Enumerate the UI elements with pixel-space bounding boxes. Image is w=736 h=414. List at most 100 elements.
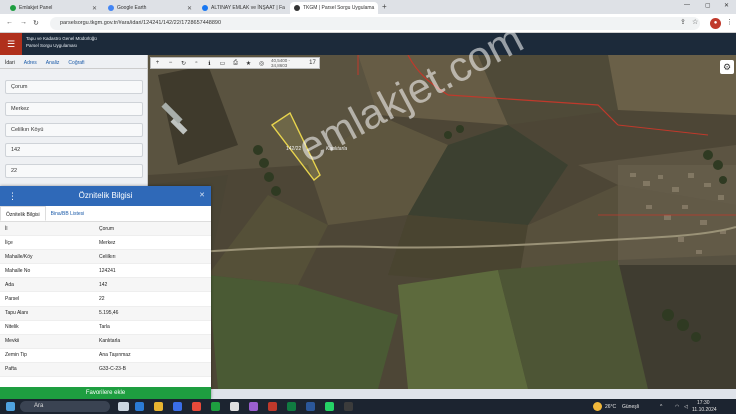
- tab-cografi[interactable]: Coğrafi: [68, 60, 84, 68]
- share-icon[interactable]: ⇪: [680, 18, 686, 26]
- hamburger-menu-icon[interactable]: ☰: [0, 33, 22, 55]
- app-header: ☰ Tapu ve Kadastro Genel Müdürlüğü Parse…: [0, 33, 736, 55]
- address-bar-row: ← → ↻ parselsorgu.tkgm.gov.tr/#ara/idari…: [0, 14, 736, 33]
- spreadsheet-icon[interactable]: [287, 402, 296, 411]
- windows-taskbar: Ara 26°C Güneşli ^ ◠ ◁ 17:30 11.10.2024: [0, 399, 736, 414]
- chrome-icon[interactable]: [230, 402, 239, 411]
- tab-label: TKGM | Parsel Sorgu Uygulama: [303, 5, 375, 11]
- favorite-star-icon[interactable]: ★: [242, 60, 255, 67]
- tab-adres[interactable]: Adres: [24, 60, 37, 68]
- close-icon[interactable]: ✕: [199, 186, 205, 206]
- widgets-icon[interactable]: [118, 402, 129, 411]
- ilce-select[interactable]: Merkez: [5, 102, 143, 116]
- close-tab-icon[interactable]: ✕: [187, 5, 192, 12]
- zoom-in-icon[interactable]: +: [151, 60, 164, 66]
- tab-analiz[interactable]: Analiz: [46, 60, 60, 68]
- browser-tab-bar: Emlakjet Panel ✕ Google Earth ✕ ALTINAY …: [0, 0, 736, 14]
- brand-title: Tapu ve Kadastro Genel Müdürlüğü: [26, 36, 97, 41]
- table-row: Pafta G33-C-23-B: [0, 362, 211, 378]
- refresh-map-icon[interactable]: ↻: [177, 60, 190, 67]
- table-row: Mevkii Kanlıtarla: [0, 334, 211, 349]
- profile-avatar[interactable]: ●: [710, 18, 721, 29]
- tab-label: Emlakjet Panel: [19, 5, 53, 11]
- maximize-icon[interactable]: ▢: [705, 2, 711, 9]
- zoom-out-icon[interactable]: −: [164, 60, 177, 66]
- close-tab-icon[interactable]: ✕: [377, 5, 378, 12]
- taskbar-search[interactable]: Ara: [20, 401, 110, 412]
- popup-header: ⋮ Öznitelik Bilgisi ✕: [0, 186, 211, 206]
- tab-label: ALTINAY EMLAK ve İNŞAAT | Fa: [211, 5, 285, 11]
- tab-oznitelik[interactable]: Öznitelik Bilgisi: [0, 206, 46, 221]
- table-row: Ada 142: [0, 278, 211, 293]
- tab-tkgm[interactable]: TKGM | Parsel Sorgu Uygulama ✕: [290, 2, 378, 14]
- media-icon[interactable]: [268, 402, 277, 411]
- attribute-table: İl Çorum İlçe Merkez Mahalle/Köy Celilkırı …: [0, 222, 211, 378]
- forward-arrow-icon[interactable]: →: [20, 19, 27, 26]
- minimize-icon[interactable]: —: [684, 2, 690, 8]
- popup-menu-icon[interactable]: ⋮: [8, 186, 17, 206]
- search-tabs: İdari Adres Analiz Coğrafi: [0, 55, 147, 69]
- reload-icon[interactable]: ↻: [33, 19, 39, 27]
- map-pin-favicon-icon: [294, 5, 300, 11]
- ada-input[interactable]: 142: [5, 143, 143, 157]
- tab-emlakjet[interactable]: Emlakjet Panel ✕: [6, 2, 101, 14]
- crosshair-icon[interactable]: ◎: [255, 60, 268, 67]
- close-tab-icon[interactable]: ✕: [92, 5, 97, 12]
- satellite-map[interactable]: 142/22 Kanlıtarla: [148, 55, 736, 389]
- back-arrow-icon[interactable]: ←: [6, 19, 13, 26]
- bookmark-star-icon[interactable]: ☆: [692, 18, 698, 26]
- volume-icon[interactable]: ◁: [684, 404, 688, 410]
- mahalle-select[interactable]: Celilkırı Köyü: [5, 123, 143, 137]
- file-explorer-icon[interactable]: [154, 402, 163, 411]
- add-to-favorites-button[interactable]: Favorilere ekle: [0, 387, 211, 399]
- url-input[interactable]: parselsorgu.tkgm.gov.tr/#ara/idari/12424…: [50, 17, 700, 30]
- table-row: İlçe Merkez: [0, 236, 211, 251]
- tab-altinay-emlak[interactable]: ALTINAY EMLAK ve İNŞAAT | Fa ✕: [198, 2, 288, 14]
- il-select[interactable]: Çorum: [5, 80, 143, 94]
- weather-temperature: 26°C: [605, 404, 617, 410]
- close-window-icon[interactable]: ✕: [724, 2, 729, 9]
- info-icon[interactable]: ℹ: [203, 60, 216, 67]
- facebook-favicon-icon: [202, 5, 208, 11]
- clock-time[interactable]: 17:30: [697, 400, 710, 406]
- table-row: Zemin Tip Ana Taşınmaz: [0, 349, 211, 363]
- print-icon[interactable]: ⎙: [229, 60, 242, 67]
- tab-idari[interactable]: İdari: [5, 60, 15, 68]
- system-tray-chevron-icon[interactable]: ^: [660, 404, 662, 410]
- network-icon[interactable]: ◠: [675, 404, 679, 410]
- start-button-icon[interactable]: [6, 402, 15, 411]
- word-icon[interactable]: [306, 402, 315, 411]
- tab-label: Google Earth: [117, 5, 147, 11]
- google-earth-favicon-icon: [108, 5, 114, 11]
- table-row: Mahalle/Köy Celilkırı: [0, 250, 211, 265]
- settings-gear-icon[interactable]: ⚙: [720, 60, 734, 74]
- weather-sun-icon: [593, 402, 602, 411]
- popup-title: Öznitelik Bilgisi: [78, 191, 133, 200]
- map-toolbar: + − ↻ ▫ ℹ ▭ ⎙ ★ ◎ 40,5400 - 34,8603 17: [150, 57, 320, 69]
- new-tab-button[interactable]: +: [382, 2, 387, 11]
- zoom-level: 17: [309, 60, 316, 66]
- table-row: Nitelik Tarla: [0, 321, 211, 335]
- terminal-icon[interactable]: [344, 402, 353, 411]
- parsel-input[interactable]: 22: [5, 164, 143, 178]
- coordinate-readout: 40,5400 - 34,8603: [271, 58, 291, 68]
- app-icon[interactable]: [192, 402, 201, 411]
- browser-menu-icon[interactable]: ⋮: [726, 18, 733, 26]
- excel-icon[interactable]: [211, 402, 220, 411]
- whatsapp-icon[interactable]: [325, 402, 334, 411]
- photos-icon[interactable]: [249, 402, 258, 411]
- tab-bina-listesi[interactable]: Bina/BB Listesi: [46, 206, 90, 221]
- satellite-imagery: 142/22 Kanlıtarla: [148, 55, 736, 389]
- clock-date[interactable]: 11.10.2024: [692, 407, 717, 413]
- brand-subtitle: Parsel Sorgu Uygulaması: [26, 43, 78, 48]
- popup-tabs: Öznitelik Bilgisi Bina/BB Listesi: [0, 206, 211, 222]
- measure-icon[interactable]: ▫: [190, 60, 203, 66]
- extent-icon[interactable]: ▭: [216, 60, 229, 67]
- store-icon[interactable]: [173, 402, 182, 411]
- weather-description: Güneşli: [622, 404, 639, 410]
- table-row: İl Çorum: [0, 222, 211, 237]
- edge-icon[interactable]: [135, 402, 144, 411]
- table-row: Parsel 22: [0, 292, 211, 307]
- tab-google-earth[interactable]: Google Earth ✕: [104, 2, 196, 14]
- attribute-popup: ⋮ Öznitelik Bilgisi ✕ Öznitelik Bilgisi …: [0, 186, 211, 399]
